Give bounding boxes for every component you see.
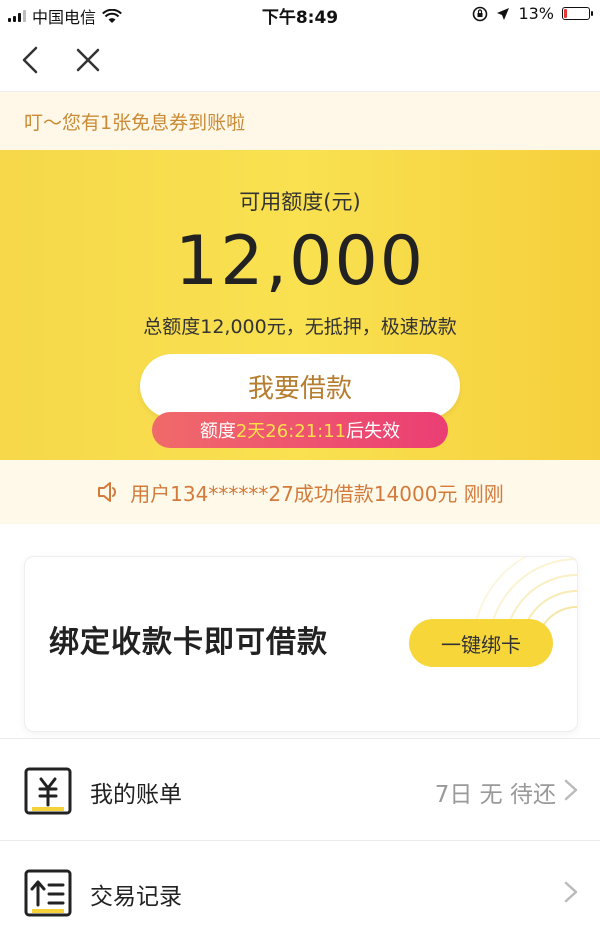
- credit-hero: 可用额度(元) 12,000 总额度12,000元，无抵押，极速放款 我要借款 …: [0, 150, 600, 460]
- expire-suffix: 后失效: [346, 421, 401, 442]
- available-credit-amount: 12,000: [175, 222, 425, 301]
- expire-countdown-badge: 额度 2天26:21:11 后失效: [152, 412, 448, 448]
- credit-subtitle: 总额度12,000元，无抵押，极速放款: [143, 316, 457, 338]
- yuan-bill-icon: [24, 767, 72, 815]
- status-bar: 中国电信 下午8:49 13%: [0, 0, 600, 28]
- loan-ticker: 用户134******27成功借款14000元 刚刚: [0, 460, 600, 524]
- my-bill-status: 7日 无 待还: [434, 782, 556, 808]
- chevron-right-icon: [564, 779, 578, 801]
- transaction-records-label: 交易记录: [90, 884, 182, 910]
- bind-card-title: 绑定收款卡即可借款: [49, 625, 328, 660]
- ticker-text: 用户134******27成功借款14000元 刚刚: [130, 481, 504, 506]
- bind-card-panel: 绑定收款卡即可借款 一键绑卡: [24, 556, 578, 732]
- battery-percent: 13%: [518, 4, 554, 23]
- my-bill-row[interactable]: 我的账单 7日 无 待还: [0, 738, 600, 838]
- borrow-button[interactable]: 我要借款: [140, 354, 460, 418]
- available-credit-label: 可用额度(元): [239, 190, 361, 214]
- status-right: 13%: [472, 4, 593, 23]
- location-icon: [497, 7, 510, 20]
- speaker-icon: [98, 482, 117, 502]
- chevron-left-icon[interactable]: [16, 44, 48, 76]
- my-bill-label: 我的账单: [90, 782, 182, 808]
- coupon-notice[interactable]: 叮～您有1张免息券到账啦: [0, 92, 600, 150]
- rotation-lock-icon: [473, 6, 488, 21]
- close-icon[interactable]: [72, 44, 104, 76]
- expire-time: 2天26:21:11: [235, 421, 347, 442]
- nav-bar: [0, 28, 600, 92]
- transaction-records-row[interactable]: 交易记录: [0, 840, 600, 940]
- chevron-right-icon: [564, 881, 578, 903]
- expire-prefix: 额度: [199, 421, 236, 442]
- coupon-notice-text: 叮～您有1张免息券到账啦: [24, 111, 246, 134]
- battery-icon: [562, 7, 593, 20]
- bind-card-button[interactable]: 一键绑卡: [409, 619, 553, 667]
- records-list-icon: [24, 869, 72, 917]
